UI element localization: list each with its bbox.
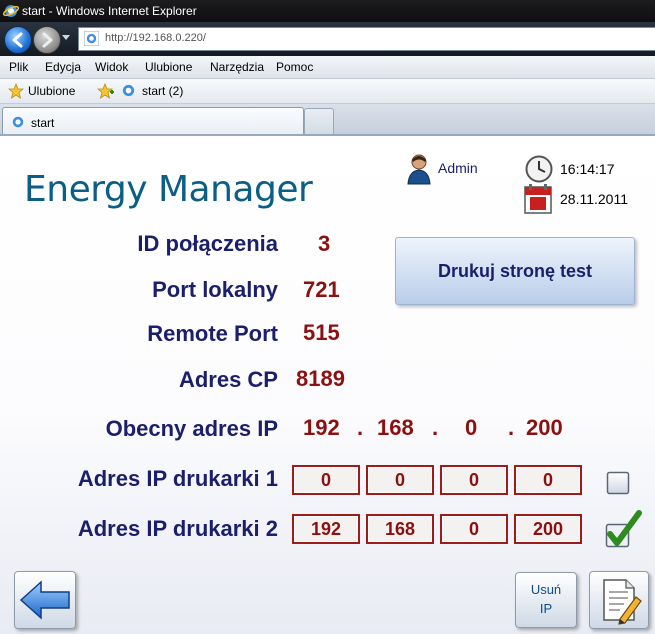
field-value-local-port: 721	[303, 277, 340, 302]
clock-time: 16:14:17	[560, 161, 615, 177]
tab-label: start	[31, 116, 55, 130]
printer2-ip-octet-1[interactable]: 192	[292, 514, 360, 544]
printer2-checkbox[interactable]	[602, 510, 642, 550]
current-ip-octet-1: 192	[303, 415, 340, 440]
field-value-cp-address: 8189	[296, 366, 345, 391]
address-url[interactable]: http://192.168.0.220/	[105, 32, 206, 44]
forward-button[interactable]	[33, 26, 61, 54]
ie-icon	[122, 84, 135, 97]
menu-narzedzia[interactable]: Narzędzia	[210, 60, 264, 74]
back-nav-button[interactable]	[14, 571, 76, 629]
current-ip-octet-2: 168	[377, 415, 414, 440]
user-name: Admin	[438, 160, 478, 176]
favorites-label: Ulubione	[28, 84, 76, 98]
menu-edycja[interactable]: Edycja	[45, 60, 81, 74]
field-label-local-port: Port lokalny	[152, 277, 278, 302]
forward-arrow-icon	[42, 32, 53, 48]
tab-start[interactable]: start	[2, 107, 304, 136]
menu-ulubione[interactable]: Ulubione	[145, 60, 192, 74]
printer2-ip-octet-3[interactable]: 0	[440, 514, 508, 544]
address-bar[interactable]: http://192.168.0.220/	[78, 27, 655, 51]
edit-button[interactable]	[589, 571, 649, 629]
field-value-connection-id: 3	[318, 231, 331, 256]
window-title-bar: start - Windows Internet Explorer	[0, 0, 655, 22]
printer1-ip-octet-4[interactable]: 0	[514, 465, 582, 495]
remove-ip-label-line1: Usuń	[530, 582, 562, 597]
remove-ip-button[interactable]: Usuń IP	[515, 572, 577, 628]
ie-icon	[3, 5, 19, 17]
menu-bar: Plik Edycja Widok Ulubione Narzędzia Pom…	[0, 56, 655, 79]
edit-document-icon	[603, 579, 642, 625]
field-label-remote-port: Remote Port	[147, 321, 278, 346]
printer2-ip-label: Adres IP drukarki 2	[77, 516, 278, 541]
printer1-ip-label: Adres IP drukarki 1	[77, 466, 278, 491]
calendar-date: 28.11.2011	[560, 191, 628, 207]
clock-icon	[525, 155, 553, 183]
current-ip-dot-2: .	[432, 415, 439, 440]
app-title: Energy Manager	[24, 169, 313, 210]
current-ip-octet-4: 200	[526, 415, 563, 440]
history-dropdown-button[interactable]	[62, 35, 70, 40]
menu-widok[interactable]: Widok	[95, 60, 128, 74]
new-tab-button[interactable]	[304, 108, 334, 135]
remove-ip-label-line2: IP	[539, 601, 553, 616]
add-favorite-icon[interactable]	[97, 83, 115, 99]
field-label-cp-address: Adres CP	[178, 367, 278, 392]
current-ip-dot-1: .	[357, 415, 364, 440]
window-title: start - Windows Internet Explorer	[22, 4, 197, 18]
current-ip-dot-3: .	[508, 415, 515, 440]
print-test-page-button[interactable]: Drukuj stronę test	[395, 237, 635, 305]
star-icon	[8, 83, 24, 99]
calendar-icon	[524, 184, 552, 214]
left-arrow-icon	[19, 580, 70, 620]
printer1-ip-octet-1[interactable]: 0	[292, 465, 360, 495]
printer1-checkbox[interactable]	[606, 471, 630, 495]
tab-bar: start	[0, 104, 655, 136]
printer1-ip-octet-3[interactable]: 0	[440, 465, 508, 495]
favorite-link-start[interactable]: start (2)	[121, 82, 201, 100]
back-arrow-icon	[12, 32, 23, 48]
field-label-connection-id: ID połączenia	[137, 231, 278, 256]
back-button[interactable]	[4, 26, 32, 54]
favorites-button[interactable]: Ulubione	[6, 82, 78, 100]
ie-icon	[12, 116, 24, 128]
favorite-link-label: start (2)	[142, 84, 184, 98]
field-value-remote-port: 515	[303, 320, 340, 345]
menu-pomoc[interactable]: Pomoc	[276, 60, 313, 74]
menu-plik[interactable]: Plik	[9, 60, 28, 74]
printer2-ip-octet-2[interactable]: 168	[366, 514, 434, 544]
printer2-ip-octet-4[interactable]: 200	[514, 514, 582, 544]
ie-icon	[84, 31, 99, 46]
user-icon	[407, 154, 431, 185]
current-ip-label: Obecny adres IP	[105, 416, 278, 441]
printer1-ip-octet-2[interactable]: 0	[366, 465, 434, 495]
favorites-bar: Ulubione start (2)	[0, 79, 655, 104]
current-ip-octet-3: 0	[465, 415, 478, 440]
